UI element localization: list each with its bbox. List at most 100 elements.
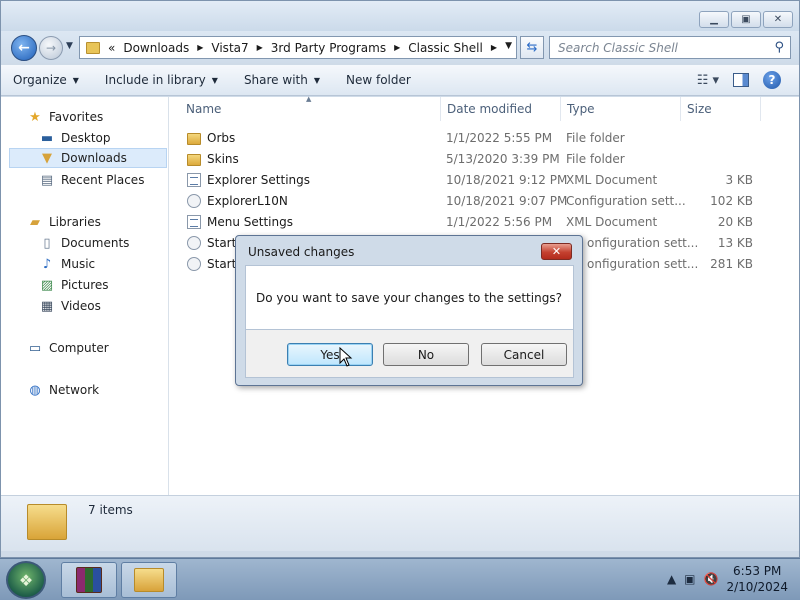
file-date: 5/13/2020 3:39 PM	[446, 152, 560, 166]
file-size: 20 KB	[717, 215, 753, 229]
start-button[interactable]: ❖	[6, 561, 46, 599]
column-type[interactable]: Type	[567, 102, 595, 116]
file-date: 1/1/2022 5:55 PM	[446, 131, 553, 145]
minimize-button[interactable]: ▁	[699, 11, 729, 28]
documents-icon: ▯	[43, 235, 51, 251]
file-row[interactable]: Orbs 1/1/2022 5:55 PM File folder	[169, 128, 799, 149]
search-placeholder: Search Classic Shell	[558, 40, 678, 55]
command-bar: Organize ▼ Include in library ▼ Share with…	[1, 65, 799, 96]
forward-button[interactable]: →	[39, 36, 63, 60]
column-divider[interactable]	[760, 97, 761, 121]
show-hidden-icons-icon[interactable]: ▲	[667, 572, 676, 586]
navigation-pane: ★ Favorites ▬ Desktop ▼ Downloads ▤ Recent P…	[1, 97, 169, 495]
chevron-right-icon[interactable]: ▶	[491, 43, 497, 52]
file-type: File folder	[566, 152, 625, 166]
minimize-icon: ▁	[710, 14, 718, 25]
file-name: Menu Settings	[207, 215, 293, 229]
breadcrumb-vista7[interactable]: Vista7 ▶	[211, 41, 262, 55]
share-with-button[interactable]: Share with ▼	[232, 73, 334, 87]
new-folder-button[interactable]: New folder	[334, 73, 425, 87]
breadcrumb-overflow[interactable]: «	[108, 41, 115, 55]
videos-icon: ▦	[40, 298, 54, 314]
computer-icon: ▭	[28, 340, 42, 356]
refresh-button[interactable]: ⇆	[520, 36, 544, 59]
file-name: Orbs	[207, 131, 236, 145]
search-icon[interactable]: ⚲	[774, 40, 784, 55]
column-divider[interactable]	[440, 97, 441, 121]
unsaved-changes-dialog: Unsaved changes ✕ Do you want to save yo…	[235, 235, 583, 386]
clock-date: 2/10/2024	[726, 580, 788, 594]
yes-button[interactable]: Yes	[287, 343, 373, 366]
chevron-right-icon[interactable]: ▶	[394, 43, 400, 52]
file-row[interactable]: Menu Settings 1/1/2022 5:56 PM XML Docum…	[169, 212, 799, 233]
change-view-icon[interactable]: ☷ ▾	[697, 73, 719, 88]
dialog-footer: Yes No Cancel	[245, 330, 574, 378]
forward-arrow-icon: →	[45, 41, 57, 55]
folder-icon	[86, 41, 100, 54]
file-size: 3 KB	[725, 173, 753, 187]
items-count: 7 items	[88, 503, 133, 517]
breadcrumb-3rd-party-programs[interactable]: 3rd Party Programs ▶	[271, 41, 400, 55]
dialog-close-button[interactable]: ✕	[541, 243, 572, 260]
taskbar-explorer[interactable]	[121, 562, 177, 598]
file-row[interactable]: Explorer Settings 10/18/2021 9:12 PM XML…	[169, 170, 799, 191]
folder-icon	[27, 504, 67, 540]
close-button[interactable]: ✕	[763, 11, 793, 28]
maximize-button[interactable]: ▣	[731, 11, 761, 28]
address-dropdown-icon[interactable]: ▼	[505, 41, 512, 51]
column-name[interactable]: Name	[186, 102, 221, 116]
file-size: 102 KB	[710, 194, 753, 208]
sort-ascending-icon: ▲	[306, 95, 312, 103]
taskbar-winrar[interactable]	[61, 562, 117, 598]
file-name: ExplorerL10N	[207, 194, 288, 208]
file-type: Configuration sett...	[566, 194, 686, 208]
config-file-icon	[187, 257, 201, 271]
windows-logo-icon: ❖	[18, 570, 34, 590]
dialog-title: Unsaved changes	[248, 245, 355, 259]
dialog-message: Do you want to save your changes to the …	[256, 291, 562, 305]
nav-downloads[interactable]: ▼ Downloads	[9, 148, 167, 168]
chevron-right-icon[interactable]: ▶	[197, 43, 203, 52]
explorer-icon	[134, 568, 164, 592]
no-button[interactable]: No	[383, 343, 469, 366]
chevron-right-icon[interactable]: ▶	[257, 43, 263, 52]
file-row[interactable]: Skins 5/13/2020 3:39 PM File folder	[169, 149, 799, 170]
column-divider[interactable]	[560, 97, 561, 121]
address-bar[interactable]: « Downloads ▶ Vista7 ▶ 3rd Party Programs ▶…	[79, 36, 517, 59]
close-icon: ✕	[551, 245, 562, 258]
recent-pages-dropdown[interactable]: ▼	[66, 41, 73, 51]
close-icon: ✕	[773, 14, 783, 25]
recent-places-icon: ▤	[40, 172, 54, 188]
column-size[interactable]: Size	[687, 102, 712, 116]
file-row[interactable]: ExplorerL10N 10/18/2021 9:07 PM Configur…	[169, 191, 799, 212]
file-type: onfiguration sett...	[587, 236, 699, 250]
xml-file-icon	[187, 173, 201, 187]
breadcrumb-downloads[interactable]: Downloads ▶	[123, 41, 203, 55]
column-divider[interactable]	[680, 97, 681, 121]
column-date-modified[interactable]: Date modified	[447, 102, 532, 116]
winrar-icon	[76, 567, 102, 593]
desktop-icon: ▬	[40, 130, 54, 146]
network-status-icon[interactable]: ▣	[684, 572, 695, 586]
cancel-button[interactable]: Cancel	[481, 343, 567, 366]
config-file-icon	[187, 194, 201, 208]
dialog-body: Do you want to save your changes to the …	[245, 265, 574, 330]
mouse-cursor-icon	[339, 347, 353, 367]
title-bar[interactable]: ▁ ▣ ✕	[1, 1, 799, 31]
back-button[interactable]: ←	[11, 35, 37, 61]
help-icon[interactable]: ?	[763, 71, 781, 89]
breadcrumb-classic-shell[interactable]: Classic Shell ▶	[408, 41, 497, 55]
file-name: Skins	[207, 152, 239, 166]
volume-muted-icon[interactable]: 🔇	[704, 572, 719, 586]
file-type: XML Document	[566, 215, 658, 229]
search-input[interactable]: Search Classic Shell ⚲	[549, 36, 791, 59]
maximize-icon: ▣	[741, 14, 751, 25]
downloads-folder-icon: ▼	[42, 150, 52, 166]
file-name: Explorer Settings	[207, 173, 310, 187]
clock[interactable]: 6:53 PM 2/10/2024	[726, 563, 788, 595]
file-date: 1/1/2022 5:56 PM	[446, 215, 553, 229]
preview-pane-icon[interactable]	[733, 73, 749, 87]
organize-button[interactable]: Organize ▼	[1, 73, 93, 87]
chevron-down-icon: ▼	[72, 75, 79, 85]
include-in-library-button[interactable]: Include in library ▼	[93, 73, 232, 87]
